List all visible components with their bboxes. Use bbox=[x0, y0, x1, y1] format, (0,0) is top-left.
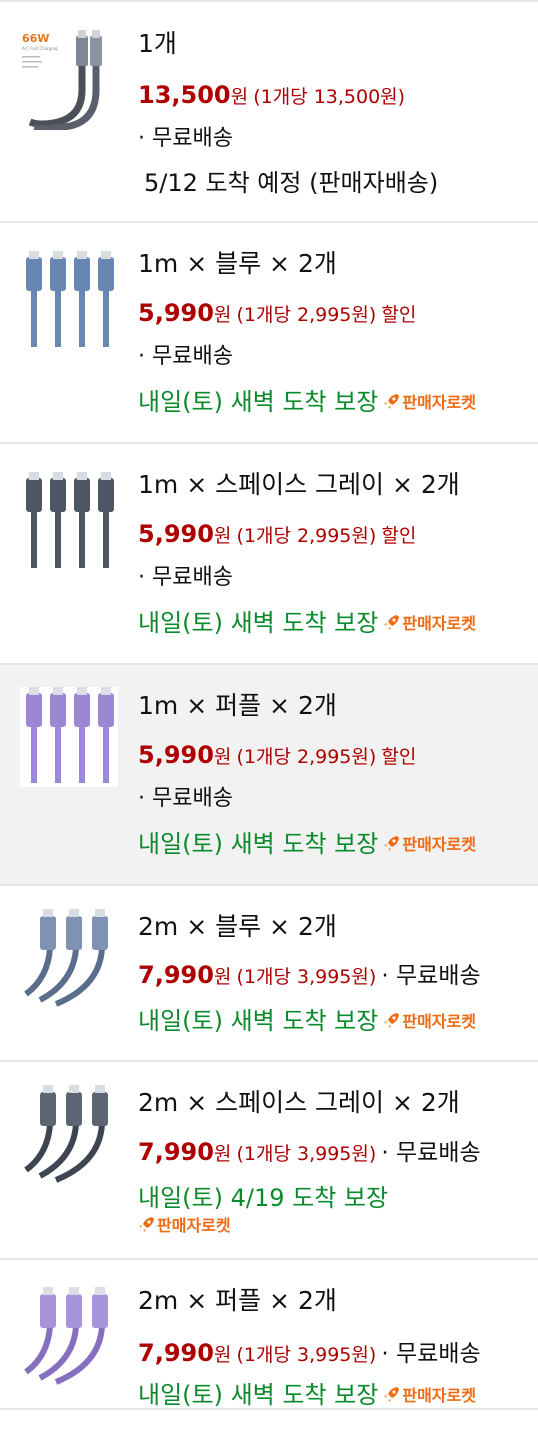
delivery-estimate: 내일(토) 새벽 도착 보장 판매자로켓 bbox=[138, 1380, 476, 1411]
price-currency: 원 bbox=[213, 966, 232, 988]
unit-price: (1개당 3,995원) bbox=[236, 1143, 377, 1165]
option-row-4-selected[interactable]: 1m × 퍼플 × 2개 5,990원 (1개당 2,995원) 할인 · 무료… bbox=[0, 665, 538, 886]
badge-label: 판매자로켓 bbox=[402, 393, 476, 412]
seller-rocket-badge: 판매자로켓 bbox=[381, 609, 476, 639]
delivery-text: 내일(토) 새벽 도착 보장 bbox=[138, 1007, 379, 1035]
rocket-icon bbox=[138, 1217, 154, 1233]
rocket-icon bbox=[383, 394, 400, 410]
delivery-text: 내일(토) 새벽 도착 보장 bbox=[138, 1381, 379, 1409]
shipping-info: · 무료배송 bbox=[138, 344, 233, 369]
discount-label: 할인 bbox=[381, 525, 417, 547]
badge-label: 판매자로켓 bbox=[402, 835, 476, 854]
rocket-icon bbox=[383, 836, 400, 852]
unit-price: (1개당 3,995원) bbox=[236, 1344, 377, 1366]
price-currency: 원 bbox=[213, 1143, 232, 1165]
shipping-info: · 무료배송 bbox=[138, 786, 233, 811]
rocket-icon bbox=[383, 1387, 400, 1403]
option-name: 2m × 스페이스 그레이 × 2개 bbox=[138, 1088, 460, 1117]
option-row-5[interactable]: 2m × 블루 × 2개 7,990원 (1개당 3,995원) · 무료배송 … bbox=[0, 886, 538, 1062]
option-row-7[interactable]: 2m × 퍼플 × 2개 7,990원 (1개당 3,995원) · 무료배송 … bbox=[0, 1260, 538, 1410]
price-currency: 원 bbox=[213, 304, 232, 326]
badge-label: 판매자로켓 bbox=[402, 614, 476, 633]
delivery-estimate: 내일(토) 새벽 도착 보장 판매자로켓 bbox=[138, 1006, 476, 1037]
price-line: 5,990원 (1개당 2,995원) 할인 bbox=[138, 519, 416, 552]
shipping-info: · 무료배송 bbox=[381, 1341, 481, 1367]
delivery-text: 내일(토) 새벽 도착 보장 bbox=[138, 609, 379, 637]
unit-price: (1개당 2,995원) bbox=[236, 525, 377, 547]
price-line: 5,990원 (1개당 2,995원) 할인 bbox=[138, 298, 416, 331]
product-thumbnail bbox=[20, 908, 118, 1008]
option-row-6[interactable]: 2m × 스페이스 그레이 × 2개 7,990원 (1개당 3,995원) ·… bbox=[0, 1062, 538, 1260]
seller-rocket-badge: 판매자로켓 bbox=[381, 1381, 476, 1411]
option-row-2[interactable]: 1m × 블루 × 2개 5,990원 (1개당 2,995원) 할인 · 무료… bbox=[0, 223, 538, 444]
price: 5,990 bbox=[138, 741, 214, 769]
price-line: 7,990원 (1개당 3,995원) · 무료배송 bbox=[138, 960, 481, 993]
product-thumbnail bbox=[20, 251, 118, 351]
product-thumbnail: 66W A-C Fast Charging bbox=[20, 30, 118, 130]
discount-label: 할인 bbox=[381, 304, 417, 326]
unit-price: (1개당 13,500원) bbox=[253, 86, 406, 108]
delivery-text: 내일(토) 새벽 도착 보장 bbox=[138, 388, 379, 416]
option-row-1[interactable]: 66W A-C Fast Charging 1개 13,500원 (1개당 13… bbox=[0, 2, 538, 223]
thumb-badge: 66W bbox=[22, 32, 49, 45]
product-thumbnail bbox=[20, 1286, 118, 1386]
option-name: 1m × 블루 × 2개 bbox=[138, 249, 337, 278]
option-row-3[interactable]: 1m × 스페이스 그레이 × 2개 5,990원 (1개당 2,995원) 할… bbox=[0, 444, 538, 665]
shipping-info: · 무료배송 bbox=[381, 963, 481, 989]
thumb-caption: A-C Fast Charging bbox=[22, 46, 58, 51]
badge-label: 판매자로켓 bbox=[157, 1216, 231, 1235]
delivery-estimate: 내일(토) 4/19 도착 보장 bbox=[138, 1184, 389, 1212]
price-line: 5,990원 (1개당 2,995원) 할인 bbox=[138, 740, 416, 773]
badge-label: 판매자로켓 bbox=[402, 1386, 476, 1405]
unit-price: (1개당 2,995원) bbox=[236, 746, 377, 768]
price-currency: 원 bbox=[213, 1344, 232, 1366]
seller-rocket-badge: 판매자로켓 bbox=[133, 1212, 231, 1237]
product-thumbnail bbox=[20, 472, 118, 572]
price: 7,990 bbox=[138, 961, 214, 989]
price-line: 7,990원 (1개당 3,995원) · 무료배송 bbox=[138, 1137, 481, 1170]
price-line: 13,500원 (1개당 13,500원) bbox=[138, 80, 405, 113]
delivery-estimate: 5/12 도착 예정 (판매자배송) bbox=[144, 169, 439, 197]
price: 7,990 bbox=[138, 1339, 214, 1367]
price-currency: 원 bbox=[213, 525, 232, 547]
seller-rocket-badge: 판매자로켓 bbox=[381, 830, 476, 860]
badge-label: 판매자로켓 bbox=[402, 1012, 476, 1031]
shipping-info: · 무료배송 bbox=[138, 565, 233, 590]
rocket-icon bbox=[383, 615, 400, 631]
product-thumbnail bbox=[20, 687, 118, 787]
delivery-estimate: 내일(토) 새벽 도착 보장 판매자로켓 bbox=[138, 387, 476, 418]
price-line: 7,990원 (1개당 3,995원) · 무료배송 bbox=[138, 1338, 481, 1371]
option-name: 1개 bbox=[138, 29, 177, 58]
product-thumbnail bbox=[20, 1084, 118, 1184]
delivery-estimate: 내일(토) 새벽 도착 보장 판매자로켓 bbox=[138, 829, 476, 860]
delivery-estimate: 내일(토) 새벽 도착 보장 판매자로켓 bbox=[138, 608, 476, 639]
price: 13,500 bbox=[138, 81, 231, 109]
unit-price: (1개당 2,995원) bbox=[236, 304, 377, 326]
unit-price: (1개당 3,995원) bbox=[236, 966, 377, 988]
rocket-icon bbox=[383, 1013, 400, 1029]
price-currency: 원 bbox=[230, 86, 249, 108]
price: 5,990 bbox=[138, 299, 214, 327]
option-name: 1m × 스페이스 그레이 × 2개 bbox=[138, 470, 460, 499]
delivery-text: 내일(토) 새벽 도착 보장 bbox=[138, 830, 379, 858]
price: 5,990 bbox=[138, 520, 214, 548]
option-name: 2m × 퍼플 × 2개 bbox=[138, 1286, 337, 1315]
discount-label: 할인 bbox=[381, 746, 417, 768]
option-name: 1m × 퍼플 × 2개 bbox=[138, 691, 337, 720]
seller-rocket-badge: 판매자로켓 bbox=[381, 1007, 476, 1037]
price-currency: 원 bbox=[213, 746, 232, 768]
price: 7,990 bbox=[138, 1138, 214, 1166]
seller-rocket-badge: 판매자로켓 bbox=[381, 388, 476, 418]
shipping-info: · 무료배송 bbox=[381, 1140, 481, 1166]
shipping-info: · 무료배송 bbox=[138, 126, 233, 151]
option-name: 2m × 블루 × 2개 bbox=[138, 912, 337, 941]
